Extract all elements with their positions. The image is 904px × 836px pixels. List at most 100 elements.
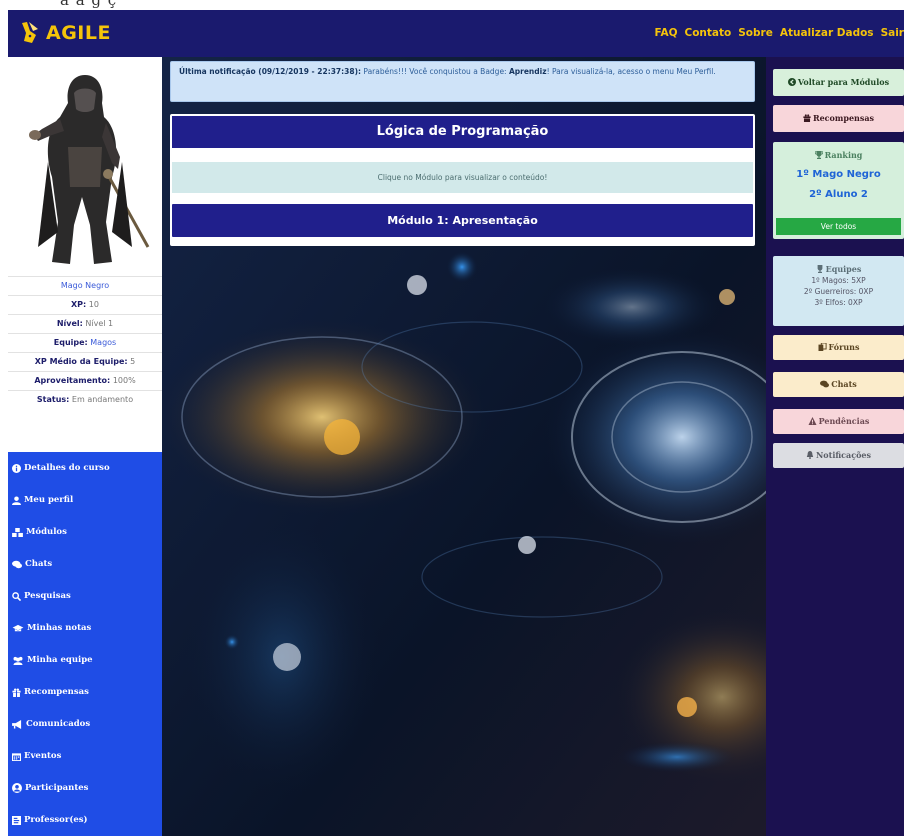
sidebar-item-professores[interactable]: Professor(es) — [8, 804, 162, 836]
sidebar-item-detalhes[interactable]: Detalhes do curso — [8, 452, 162, 484]
team-link[interactable]: Magos — [90, 338, 116, 347]
course-title: Lógica de Programação — [172, 116, 753, 148]
stat-value: 5 — [130, 357, 136, 366]
notification-text: Parabéns!!! Você conquistou a Badge: — [361, 67, 509, 76]
module-1-button[interactable]: Módulo 1: Apresentação — [172, 204, 753, 237]
arrow-circle-left-icon — [787, 78, 796, 86]
stat-value: Em andamento — [71, 395, 134, 404]
sidebar-item-meu-perfil[interactable]: Meu perfil — [8, 484, 162, 516]
sidebar-item-comunicados[interactable]: Comunicados — [8, 708, 162, 740]
team-rank-2: 2º Guerreiros: 0XP — [803, 287, 874, 296]
sidebar-item-minha-equipe[interactable]: Minha equipe — [8, 644, 162, 676]
ranking-item-1[interactable]: 1º Mago Negro — [773, 169, 904, 180]
ranking-title: Ranking — [773, 150, 904, 160]
sidebar-item-label: Professor(es) — [24, 815, 88, 825]
profile-name-row: Mago Negro — [8, 276, 162, 295]
graduation-cap-icon — [12, 624, 24, 631]
search-icon — [12, 591, 21, 601]
sidebar-item-minhas-notas[interactable]: Minhas notas — [8, 612, 162, 644]
pending-button[interactable]: Pendências — [773, 409, 904, 434]
sidebar-item-label: Recompensas — [24, 687, 89, 697]
id-card-icon — [12, 815, 21, 825]
sidebar-item-label: Detalhes do curso — [24, 463, 110, 473]
sidebar-item-label: Minha equipe — [27, 655, 93, 665]
back-label: Voltar para Módulos — [797, 77, 890, 87]
stat-value: Nível 1 — [85, 319, 114, 328]
info-icon — [12, 463, 21, 473]
stat-value: 100% — [112, 376, 136, 385]
brand-name: AGILE — [46, 22, 111, 44]
rabbit-logo-icon — [22, 22, 38, 43]
chats-label: Chats — [831, 379, 857, 389]
warning-icon — [808, 417, 817, 425]
top-nav-links: FAQ Contato Sobre Atualizar Dados Sair — [647, 27, 904, 39]
sidebar-item-chats[interactable]: Chats — [8, 548, 162, 580]
sidebar-item-participantes[interactable]: Participantes — [8, 772, 162, 804]
rewards-label: Recompensas — [812, 113, 875, 123]
pending-label: Pendências — [818, 416, 870, 426]
sidebar-item-pesquisas[interactable]: Pesquisas — [8, 580, 162, 612]
sidebar-item-label: Pesquisas — [24, 591, 71, 601]
course-hint: Clique no Módulo para visualizar o conte… — [172, 162, 753, 193]
team-rank-1: 1º Magos: 5XP — [811, 276, 866, 285]
teams-title-text: Equipes — [825, 264, 862, 274]
view-all-button[interactable]: Ver todos — [776, 218, 901, 235]
calendar-icon — [12, 752, 21, 761]
notification-badge: Aprendiz — [508, 67, 547, 76]
left-sidebar: Mago Negro XP: 10 Nível: Nível 1 Equipe:… — [8, 57, 162, 836]
stat-equipe: Equipe: Magos — [8, 333, 162, 352]
gift-icon — [12, 687, 21, 697]
ranking-title-text: Ranking — [824, 150, 863, 160]
notifications-label: Notificações — [815, 450, 872, 460]
main-content: Última notificação (09/12/2019 - 22:37:3… — [162, 57, 766, 836]
gift-icon — [803, 114, 811, 122]
profile-name[interactable]: Mago Negro — [61, 281, 109, 290]
sidebar-item-label: Eventos — [24, 751, 62, 761]
notifications-button[interactable]: Notificações — [773, 443, 904, 468]
stat-label: XP: — [71, 300, 87, 309]
trophy-icon — [817, 265, 823, 273]
top-navbar: AGILE FAQ Contato Sobre Atualizar Dados … — [8, 10, 904, 57]
forums-button[interactable]: Fóruns — [773, 335, 904, 360]
stat-label: Equipe: — [53, 338, 88, 347]
avatar — [8, 57, 162, 275]
notification-text-end: ! Para visualizá-la, acesso o menu Meu P… — [546, 67, 716, 76]
teams-panel: Equipes 1º Magos: 5XP 2º Guerreiros: 0XP… — [773, 256, 904, 326]
chats-button[interactable]: Chats — [773, 372, 904, 397]
side-menu: Detalhes do curso Meu perfil Módulos Cha… — [8, 452, 162, 836]
user-circle-icon — [12, 783, 22, 793]
teams-title: Equipes — [773, 264, 904, 274]
users-icon — [13, 656, 23, 665]
cubes-icon — [12, 527, 23, 537]
ranking-item-2[interactable]: 2º Aluno 2 — [773, 189, 904, 200]
user-icon — [12, 495, 21, 505]
sidebar-item-modulos[interactable]: Módulos — [8, 516, 162, 548]
back-to-modules-button[interactable]: Voltar para Módulos — [773, 69, 904, 96]
right-sidebar: Voltar para Módulos Recompensas Ranking … — [766, 57, 904, 836]
bullhorn-icon — [12, 719, 22, 729]
sidebar-item-label: Minhas notas — [27, 623, 92, 633]
stat-label: Status: — [36, 395, 70, 404]
stat-status: Status: Em andamento — [8, 390, 162, 409]
sidebar-item-label: Meu perfil — [24, 495, 74, 505]
profile-stats: Mago Negro XP: 10 Nível: Nível 1 Equipe:… — [8, 276, 162, 409]
nav-contato[interactable]: Contato — [685, 27, 732, 39]
stat-xp-medio: XP Médio da Equipe: 5 — [8, 352, 162, 371]
sidebar-item-label: Chats — [25, 559, 53, 569]
ranking-panel: Ranking 1º Mago Negro 2º Aluno 2 Ver tod… — [773, 142, 904, 239]
sidebar-item-eventos[interactable]: Eventos — [8, 740, 162, 772]
sidebar-item-label: Participantes — [25, 783, 89, 793]
nav-atualizar-dados[interactable]: Atualizar Dados — [780, 27, 874, 39]
brand-logo[interactable]: AGILE — [18, 20, 111, 46]
course-card: Lógica de Programação Clique no Módulo p… — [170, 114, 755, 246]
copy-icon — [818, 342, 827, 351]
nav-sair[interactable]: Sair — [881, 27, 904, 39]
stat-label: Aproveitamento: — [34, 376, 111, 385]
nav-sobre[interactable]: Sobre — [738, 27, 773, 39]
comments-icon — [12, 560, 22, 568]
forums-label: Fóruns — [828, 342, 860, 352]
rewards-button[interactable]: Recompensas — [773, 105, 904, 132]
nav-faq[interactable]: FAQ — [654, 27, 677, 39]
notification-alert: Última notificação (09/12/2019 - 22:37:3… — [170, 61, 755, 102]
sidebar-item-recompensas[interactable]: Recompensas — [8, 676, 162, 708]
